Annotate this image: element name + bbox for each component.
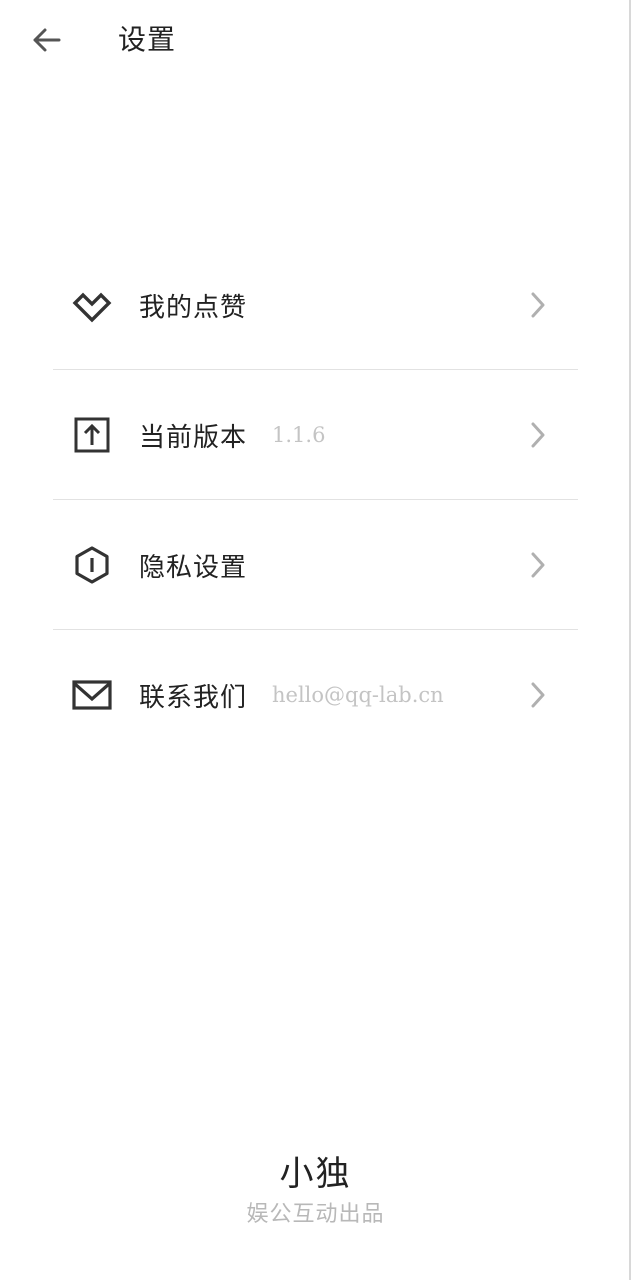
chevron-right-icon	[527, 550, 549, 580]
version-value: 1.1.6	[272, 423, 326, 447]
app-brand-name: 小独	[279, 1154, 352, 1194]
menu-item-label: 隐私设置	[139, 552, 248, 583]
heart-diamond-icon	[72, 285, 112, 325]
menu-item-label: 联系我们	[139, 682, 248, 713]
shield-hexagon-icon	[72, 545, 112, 585]
menu-item-label: 我的点赞	[139, 292, 248, 323]
chevron-right-icon	[527, 680, 549, 710]
settings-page: 设置 我的点赞 当前版本 1.1.6 隐私设置 联系我们 hello@qq-la…	[0, 0, 631, 1280]
contact-email[interactable]: hello@qq-lab.cn	[272, 683, 444, 707]
producer-credit: 娱公互动出品	[246, 1202, 385, 1227]
menu-item-likes[interactable]: 我的点赞	[53, 240, 578, 370]
back-button[interactable]	[24, 18, 68, 62]
menu-item-label: 当前版本	[139, 422, 248, 453]
menu-item-privacy[interactable]: 隐私设置	[53, 500, 578, 630]
chevron-right-icon	[527, 420, 549, 450]
page-title: 设置	[118, 23, 177, 56]
menu-item-contact[interactable]: 联系我们 hello@qq-lab.cn	[53, 630, 578, 760]
chevron-right-icon	[527, 290, 549, 320]
arrow-left-icon	[33, 28, 61, 52]
settings-menu: 我的点赞 当前版本 1.1.6 隐私设置 联系我们 hello@qq-lab.c…	[53, 240, 578, 760]
upload-box-icon	[72, 415, 112, 455]
menu-item-version[interactable]: 当前版本 1.1.6	[53, 370, 578, 500]
mail-icon	[72, 675, 112, 715]
